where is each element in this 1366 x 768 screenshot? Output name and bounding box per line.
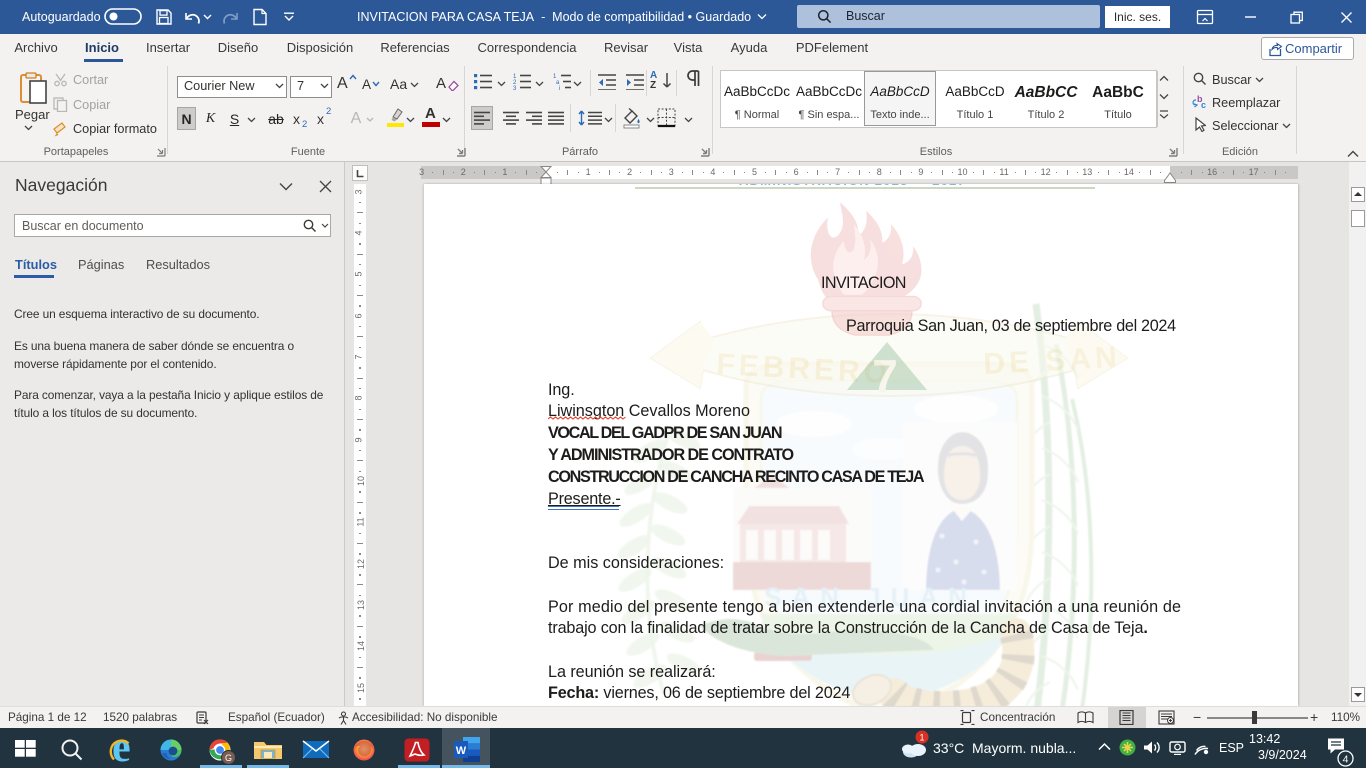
svg-text:7: 7	[872, 350, 898, 402]
svg-text:i: i	[559, 86, 560, 90]
svg-text:1: 1	[919, 733, 924, 743]
svg-text:W: W	[456, 745, 467, 757]
svg-text:c: c	[1201, 100, 1206, 109]
svg-text:4: 4	[1343, 754, 1349, 766]
svg-text:G: G	[225, 753, 232, 763]
svg-text:3: 3	[513, 86, 517, 90]
